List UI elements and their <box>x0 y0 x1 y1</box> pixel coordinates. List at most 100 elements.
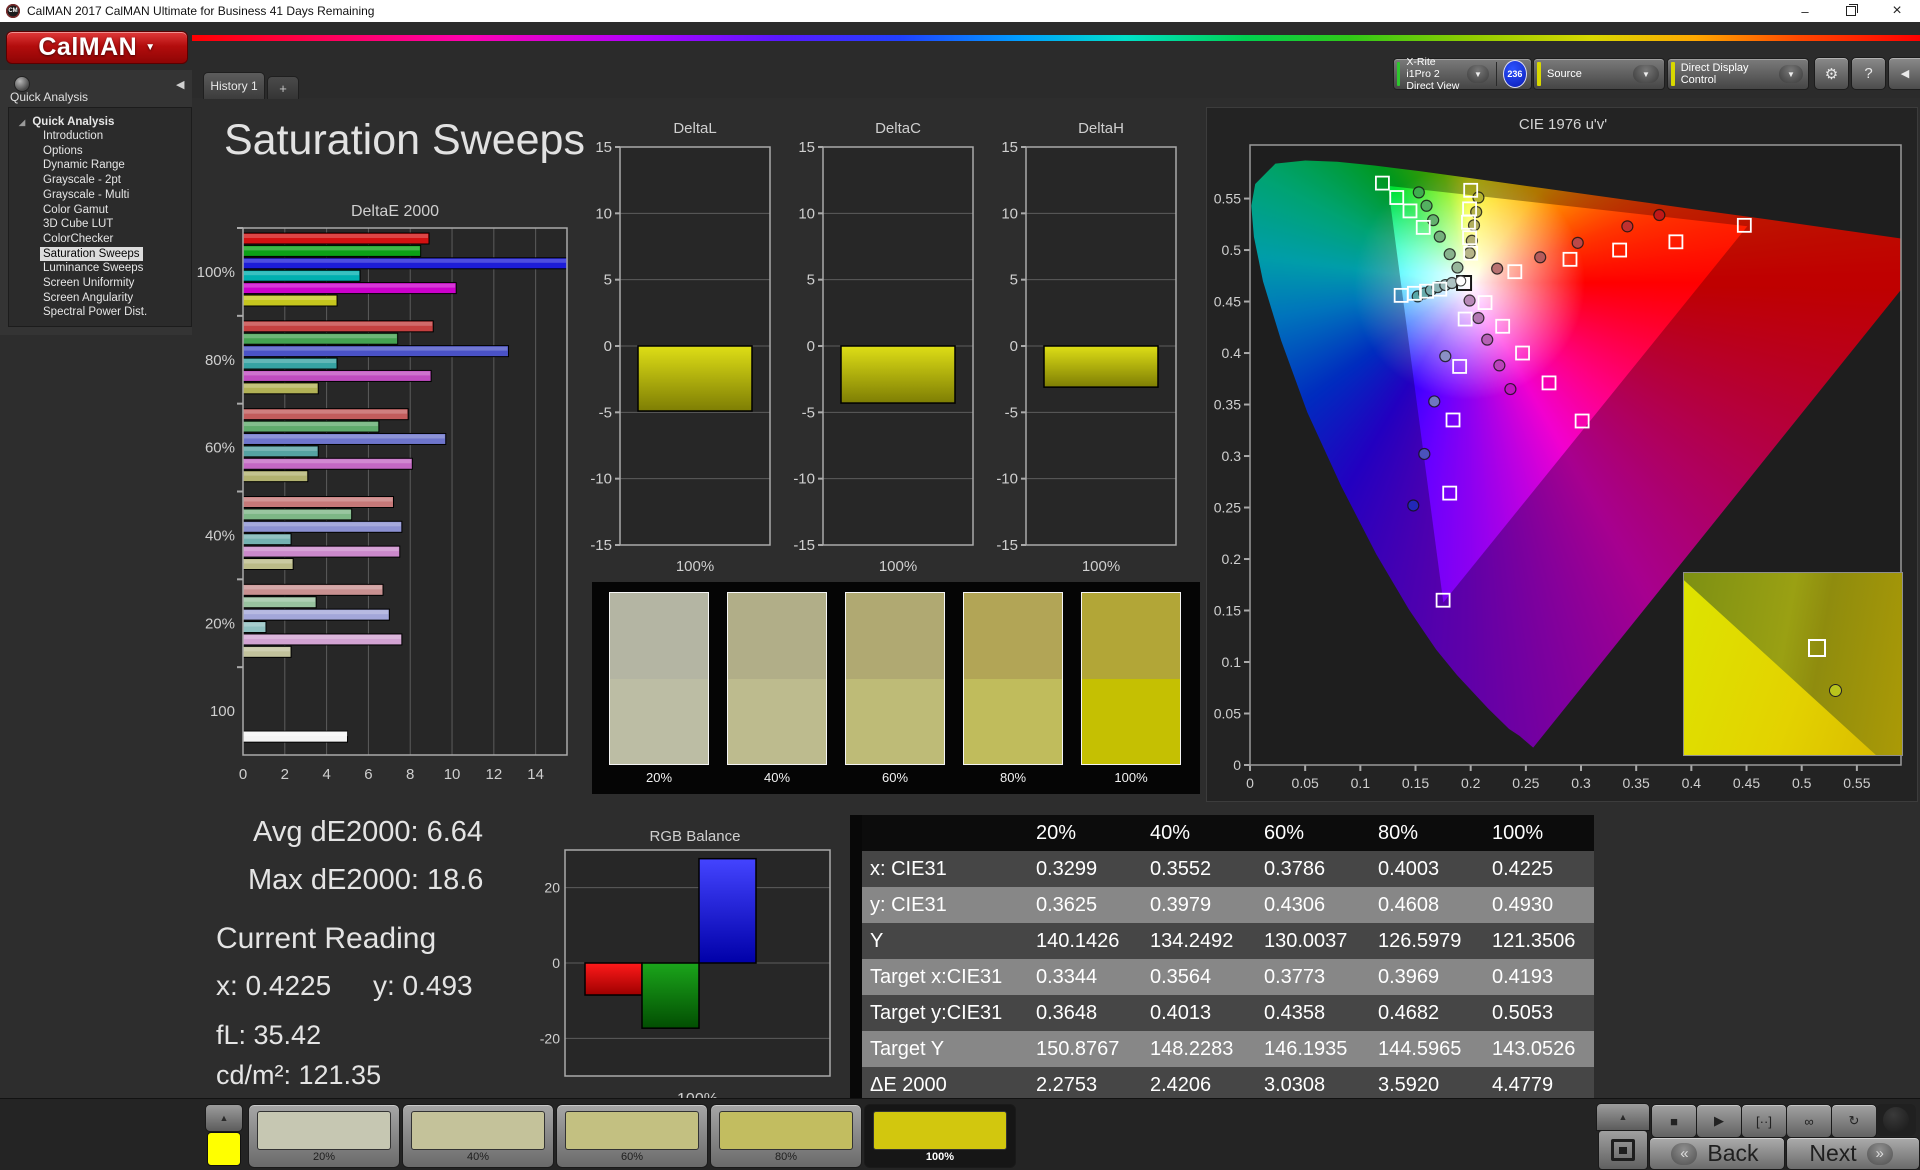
svg-text:0.25: 0.25 <box>1512 775 1539 791</box>
meter-count-badge[interactable]: 236 <box>1502 60 1527 88</box>
sidebar-item-3d-cube-lut[interactable]: 3D Cube LUT <box>43 217 113 231</box>
back-button[interactable]: « Back <box>1649 1137 1785 1170</box>
svg-text:0.35: 0.35 <box>1623 775 1650 791</box>
swatch-20% <box>609 592 709 765</box>
step-button[interactable]: [··] <box>1741 1104 1787 1138</box>
cie-zoom-inset <box>1683 572 1903 756</box>
settings-button[interactable]: ⚙ <box>1814 57 1849 90</box>
svg-text:RGB Balance: RGB Balance <box>650 828 741 845</box>
restore-button[interactable] <box>1828 0 1874 22</box>
collapse-panel-button[interactable]: ◀ <box>1888 57 1920 90</box>
sidebar-item-luminance-sweeps[interactable]: Luminance Sweeps <box>43 261 143 275</box>
svg-text:2: 2 <box>281 766 289 783</box>
pattern-label: 80% <box>774 1151 798 1163</box>
svg-text:0.4: 0.4 <box>1222 345 1242 361</box>
sidebar-item-introduction[interactable]: Introduction <box>43 129 103 143</box>
pattern-button-100%[interactable]: 100% <box>864 1104 1016 1168</box>
current-reading-label: Current Reading <box>216 922 437 955</box>
window-title: CalMAN 2017 CalMAN Ultimate for Business… <box>27 4 375 18</box>
pattern-color-chip[interactable] <box>207 1132 241 1166</box>
sidebar-collapse-icon[interactable]: ◀ <box>176 78 184 91</box>
chevron-down-icon[interactable]: ▼ <box>1778 65 1803 83</box>
swatch-actual <box>610 593 708 679</box>
table-cell: 4.4779 <box>1492 1073 1554 1096</box>
svg-text:0.55: 0.55 <box>1843 775 1870 791</box>
swatch-80% <box>963 592 1063 765</box>
swatch-actual <box>846 593 944 679</box>
sidebar-item-grayscale-multi[interactable]: Grayscale - Multi <box>43 188 129 202</box>
inset-target-square <box>1807 638 1826 657</box>
svg-text:0: 0 <box>1246 775 1254 791</box>
pattern-button-20%[interactable]: 20% <box>248 1104 400 1168</box>
tree-root[interactable]: ◢ Quick Analysis <box>19 116 114 128</box>
play-button[interactable]: ▶ <box>1696 1104 1742 1138</box>
svg-text:100%: 100% <box>1082 558 1120 575</box>
display-control-status-bar <box>1671 62 1675 86</box>
pattern-popup-button[interactable]: ▲ <box>205 1104 243 1132</box>
table-cell: 146.1935 <box>1264 1037 1348 1060</box>
swatch-label: 60% <box>881 770 909 785</box>
pattern-window-button[interactable] <box>1598 1130 1648 1170</box>
swatch-target <box>728 678 826 764</box>
loop-button[interactable]: ↻ <box>1831 1104 1877 1138</box>
pattern-swatch <box>873 1111 1007 1150</box>
svg-text:-15: -15 <box>996 537 1018 554</box>
svg-text:0.1: 0.1 <box>1222 654 1242 670</box>
swatch-40% <box>727 592 827 765</box>
deltal-chart: DeltaL 15 10 5 0 -5 -10 -15 100% <box>590 120 771 575</box>
swatch-100% <box>1081 592 1181 765</box>
display-control-selector[interactable]: Direct Display Control ▼ <box>1667 58 1809 90</box>
deltah-chart: DeltaH 15 10 5 0 -5 -10 -15 100% <box>996 120 1177 575</box>
svg-text:15: 15 <box>798 139 815 156</box>
minimize-button[interactable]: – <box>1782 0 1828 22</box>
help-button[interactable]: ? <box>1851 57 1886 90</box>
next-button[interactable]: Next » <box>1786 1137 1920 1170</box>
table-row: Target Y 150.8767 148.2283 146.1935 144.5965… <box>850 1031 1594 1067</box>
svg-text:DeltaL: DeltaL <box>673 120 716 137</box>
sidebar-item-dynamic-range[interactable]: Dynamic Range <box>43 158 125 172</box>
display-control-label: Direct Display Control <box>1680 62 1749 86</box>
pattern-button-80%[interactable]: 80% <box>710 1104 862 1168</box>
pattern-button-60%[interactable]: 60% <box>556 1104 708 1168</box>
sidebar-item-color-gamut[interactable]: Color Gamut <box>43 203 108 217</box>
table-cell: 148.2283 <box>1150 1037 1234 1060</box>
table-cell: 0.3979 <box>1150 893 1212 916</box>
title-bar: CM CalMAN 2017 CalMAN Ultimate for Busin… <box>0 0 1920 22</box>
tab-add[interactable]: + <box>267 76 299 99</box>
sidebar-item-colorchecker[interactable]: ColorChecker <box>43 232 113 246</box>
tab-history-1[interactable]: History 1 <box>203 72 265 99</box>
chevron-down-icon[interactable]: ▼ <box>1633 65 1659 83</box>
sidebar-item-screen-angularity[interactable]: Screen Angularity <box>43 291 133 305</box>
table-row-label: Target y:CIE31 <box>870 1001 1003 1024</box>
table-cell: 3.0308 <box>1264 1073 1326 1096</box>
svg-text:0.5: 0.5 <box>1792 775 1812 791</box>
svg-text:20: 20 <box>544 880 560 896</box>
deltae2000-chart: DeltaE 2000 0 2 4 6 8 10 12 14 100% 80% 60% 40% 20% 10… <box>197 203 568 783</box>
close-button[interactable]: × <box>1874 0 1920 22</box>
sidebar-header: Quick Analysis <box>10 90 89 104</box>
svg-text:80%: 80% <box>205 352 235 369</box>
svg-text:100%: 100% <box>879 558 917 575</box>
svg-text:100: 100 <box>210 703 235 720</box>
source-selector[interactable]: Source ▼ <box>1533 58 1665 90</box>
sidebar-item-screen-uniformity[interactable]: Screen Uniformity <box>43 276 134 290</box>
table-cell: 0.4930 <box>1492 893 1554 916</box>
calman-menu-button[interactable]: CalMAN ▼ <box>6 31 188 64</box>
svg-text:0.35: 0.35 <box>1214 397 1241 413</box>
cm-app-icon: CM <box>6 4 20 18</box>
continuous-button[interactable]: ∞ <box>1786 1104 1832 1138</box>
svg-text:10: 10 <box>798 205 815 222</box>
svg-text:5: 5 <box>807 272 815 289</box>
pattern-button-40%[interactable]: 40% <box>402 1104 554 1168</box>
sidebar-item-saturation-sweeps[interactable]: Saturation Sweeps <box>40 246 143 261</box>
transport-popup-button[interactable]: ▲ <box>1596 1103 1650 1131</box>
sidebar-item-spectral-power-dist-[interactable]: Spectral Power Dist. <box>43 305 147 319</box>
tree-expander-icon[interactable]: ◢ <box>19 118 25 127</box>
svg-text:-10: -10 <box>793 471 815 488</box>
meter-selector[interactable]: X-Rite i1Pro 2 Direct View ▼ 236 <box>1393 56 1532 92</box>
sidebar-item-grayscale-2pt[interactable]: Grayscale - 2pt <box>43 173 121 187</box>
chevron-down-icon[interactable]: ▼ <box>1466 65 1490 83</box>
sidebar-item-options[interactable]: Options <box>43 144 83 158</box>
caret-down-icon: ▼ <box>145 42 156 53</box>
stop-button[interactable]: ■ <box>1651 1104 1697 1138</box>
